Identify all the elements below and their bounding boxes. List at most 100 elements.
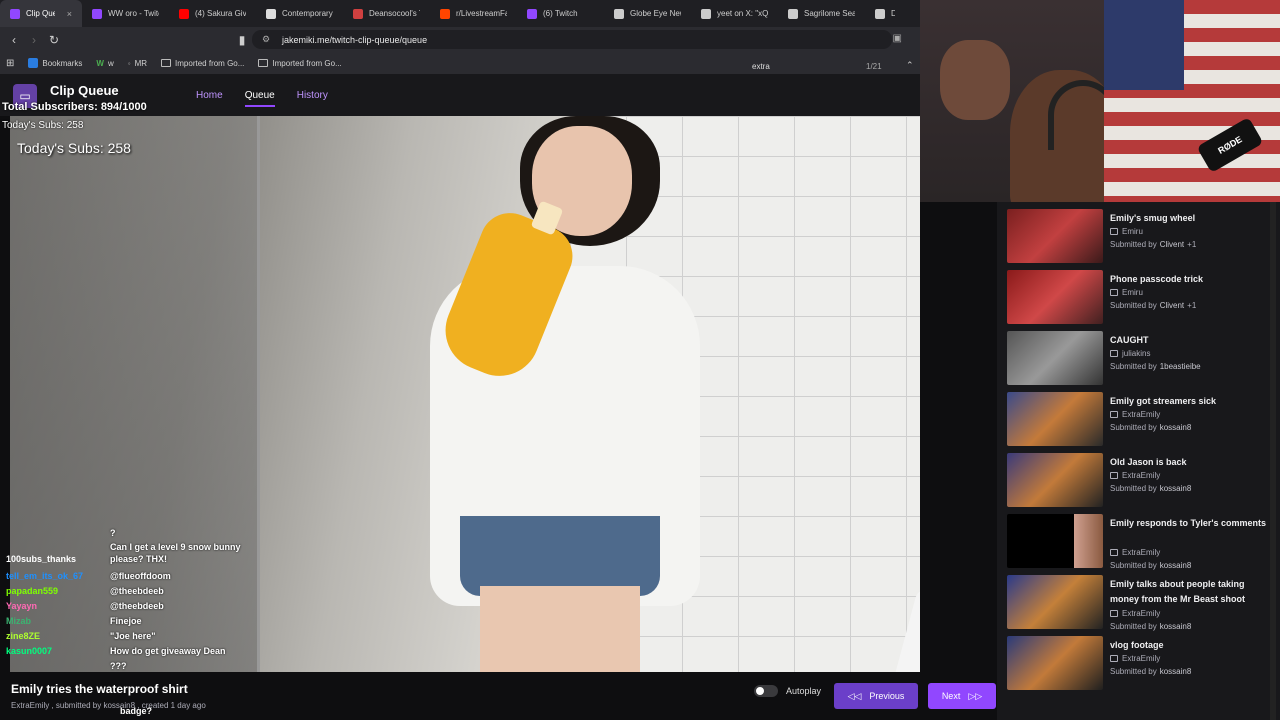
queue-item-thumbnail[interactable] [1007,270,1103,324]
queue-item[interactable]: Old Jason is back ExtraEmily Submitted by k… [1007,451,1277,509]
next-label: Next [941,691,961,701]
find-input[interactable]: extra [752,62,770,71]
tab-close-icon[interactable]: × [67,9,72,19]
browser-tab[interactable]: (6) Twitch [517,0,604,27]
queue-item-thumbnail[interactable] [1007,453,1103,507]
queue-item[interactable]: Emily got streamers sick ExtraEmily Submit… [1007,390,1277,448]
chat-message: zine8ZE "Joe here" [6,631,156,641]
queue-item[interactable]: Emily's smug wheel Emiru Submitted by Clive… [1007,207,1277,265]
next-button[interactable]: Next ▷▷ [928,683,996,709]
queue-item-title: Emily responds to Tyler's comments [1110,518,1267,528]
tab-favicon-icon [10,8,20,19]
nav-queue[interactable]: Queue [244,90,275,107]
tab-label: Dr. G [891,9,895,18]
address-bar[interactable]: ⚙ jakemiki.me/twitch-clip-queue/queue ▣ [252,30,902,49]
submitted-by-prefix: Submitted by [1110,362,1157,371]
submitted-by-prefix: Submitted by [1110,423,1157,432]
submitter-extra-count: +1 [1187,240,1197,249]
queue-item[interactable]: Phone passcode trick Emiru Submitted by Cli… [1007,268,1277,326]
browser-tab[interactable]: yeet on X: "xQ [691,0,778,27]
chat-text: @theebdeeb [110,586,164,596]
queue-item[interactable]: Emily responds to Tyler's comments ExtraE… [1007,512,1277,570]
video-scene-legs [480,586,640,672]
tab-label: r/LivestreamFail [456,9,507,18]
bookmark-folder-1[interactable]: Imported from Go... [161,59,244,68]
webcam-plush-toy [940,40,1010,120]
queue-item-title: Emily got streamers sick [1110,396,1217,406]
bookmark-label: Imported from Go... [175,58,245,68]
reload-icon[interactable]: ↻ [44,30,64,50]
browser-tab[interactable]: WW oro - Twitc [82,0,169,27]
chat-username: 100subs_thanks [6,554,77,564]
channel-name: Emiru [1122,227,1143,236]
bookmark-item-w[interactable]: Ww [96,59,113,68]
queue-item-thumbnail[interactable] [1007,514,1103,568]
nav-history[interactable]: History [297,90,328,107]
chat-text: "Joe here" [110,631,156,641]
today-subs-small-overlay: Today's Subs: 258 [2,120,84,131]
w-icon: W [96,58,104,68]
bookmark-item-bookmarks[interactable]: Bookmarks [28,58,82,68]
queue-item-channel: ExtraEmily [1110,548,1160,557]
apps-grid-icon[interactable]: ⊞ [6,58,14,69]
queue-item[interactable]: vlog footage ExtraEmily Submitted by kossai… [1007,634,1277,692]
queue-item-submitter: Submitted by Clivent +1 [1110,301,1196,310]
app-title: Clip Queue [50,83,119,98]
browser-tab[interactable]: Contemporary [256,0,343,27]
site-info-icon[interactable]: ⚙ [262,34,270,45]
browser-tab[interactable]: Clip Que × [0,0,82,27]
folder-icon [258,59,269,67]
nav-home[interactable]: Home [196,90,223,107]
bookmark-label: w [107,58,114,68]
tab-label: yeet on X: "xQ [717,9,768,18]
queue-item-thumbnail[interactable] [1007,209,1103,263]
queue-item-thumbnail[interactable] [1007,392,1103,446]
queue-item-title: vlog footage [1110,640,1164,650]
reader-mode-icon[interactable]: ▣ [893,33,902,44]
queue-item-channel: Emiru [1110,227,1143,236]
browser-tab[interactable]: Dr. G [865,0,905,27]
queue-item-channel: ExtraEmily [1110,471,1160,480]
bookmark-item-mr[interactable]: ◦ MR [128,59,147,68]
video-scene-person [410,116,710,672]
queue-item-thumbnail[interactable] [1007,331,1103,385]
queue-item-thumbnail[interactable] [1007,575,1103,629]
queue-item-channel: ExtraEmily [1110,609,1160,618]
tab-favicon-icon [788,8,798,19]
chat-username: Mizab [6,616,32,626]
browser-tab[interactable]: r/LivestreamFail [430,0,517,27]
queue-item[interactable]: CAUGHT juliakins Submitted by 1beastieibe [1007,329,1277,387]
find-previous-icon[interactable]: ⌃ [906,60,914,71]
previous-button[interactable]: ◁◁ Previous [834,683,918,709]
channel-chat-icon [1110,655,1118,662]
browser-tab[interactable]: Globe Eye New [604,0,691,27]
autoplay-switch[interactable] [754,685,778,697]
browser-tab[interactable]: Sagrilome Sea [778,0,865,27]
tab-label: (4) Sakura Give [195,9,246,18]
channel-chat-icon [1110,610,1118,617]
bookmark-folder-2[interactable]: Imported from Go... [258,59,342,68]
tab-label: WW oro - Twitc [108,9,159,18]
bookmarks-icon [28,58,39,68]
forward-icon[interactable]: › [24,30,44,50]
queue-scrollbar[interactable] [1270,202,1276,720]
back-icon[interactable]: ‹ [4,30,24,50]
browser-tab[interactable]: Deansocool's T [343,0,430,27]
submitter-name: Clivent [1159,240,1185,249]
autoplay-toggle[interactable]: Autoplay [754,685,821,697]
webcam-feed [920,0,1104,202]
today-subs-overlay: Today's Subs: 258 [17,140,131,156]
queue-item-submitter: Submitted by kossain8 [1110,622,1194,631]
bookmark-star-icon[interactable]: ▮ [232,30,252,50]
channel-chat-icon [1110,472,1118,479]
channel-name: ExtraEmily [1122,410,1161,419]
browser-tab[interactable]: (4) Sakura Give [169,0,256,27]
queue-item-thumbnail[interactable] [1007,636,1103,690]
channel-name: ExtraEmily [1122,654,1161,663]
queue-item[interactable]: Emily talks about people taking money fr… [1007,573,1277,631]
autoplay-label: Autoplay [786,686,822,696]
channel-chat-icon [1110,549,1118,556]
chat-text: Finejoe [110,616,142,626]
next-icon: ▷▷ [968,690,983,701]
channel-chat-icon [1110,289,1118,296]
